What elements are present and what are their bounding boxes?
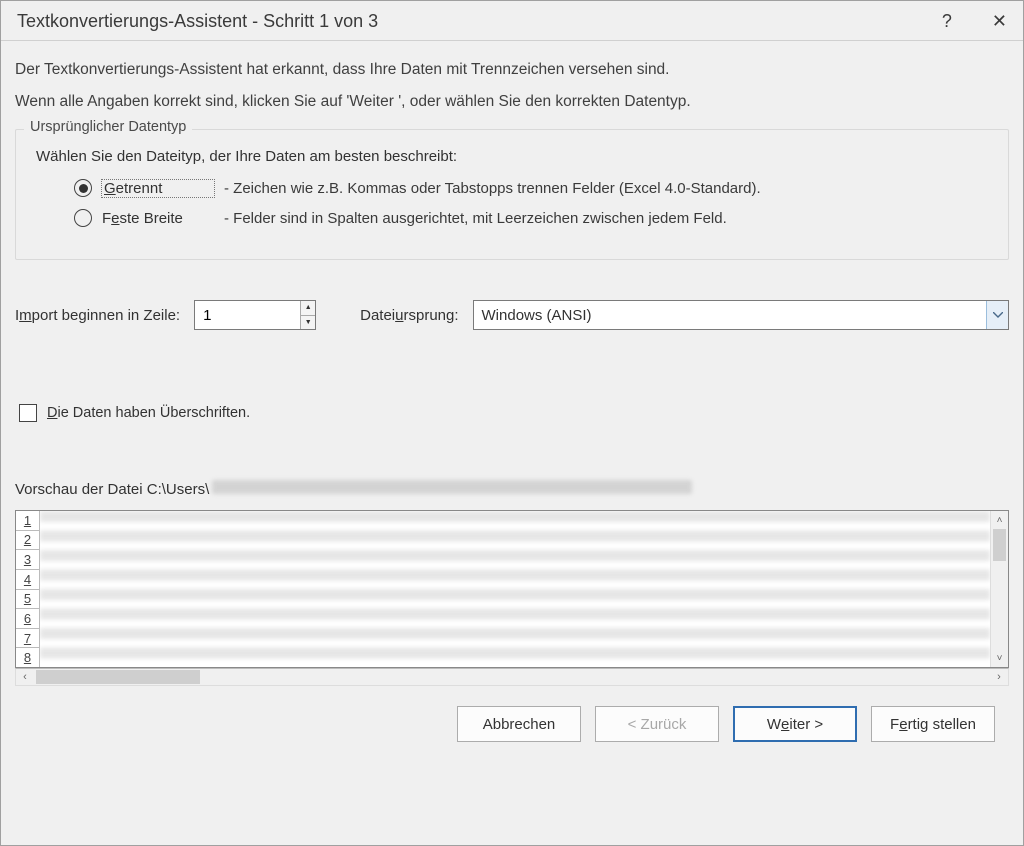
- start-row-input[interactable]: [195, 301, 300, 329]
- intro-text-2: Wenn alle Angaben korrekt sind, klicken …: [15, 93, 1009, 111]
- radio-delimited-label: Getrennt: [102, 180, 214, 197]
- radio-fixed[interactable]: [74, 209, 92, 227]
- scroll-thumb[interactable]: [36, 670, 200, 684]
- preview-row-number: 5: [16, 590, 39, 610]
- original-data-type-group: Ursprünglicher Datentyp Wählen Sie den D…: [15, 129, 1009, 260]
- finish-button[interactable]: Fertig stellen: [871, 706, 995, 742]
- start-row-spinner[interactable]: ▲ ▼: [194, 300, 316, 330]
- preview-row-number: 6: [16, 609, 39, 629]
- dialog-footer: Abbrechen < Zurück Weiter > Fertig stell…: [15, 686, 1009, 762]
- row-import-origin: Import beginnen in Zeile: ▲ ▼ Dateiurspr…: [15, 300, 1009, 330]
- preview-content-redacted: [40, 511, 990, 667]
- radio-delimited[interactable]: [74, 179, 92, 197]
- preview-horizontal-scrollbar[interactable]: ‹ ›: [15, 668, 1009, 686]
- file-origin-value: Windows (ANSI): [482, 307, 592, 324]
- group-legend: Ursprünglicher Datentyp: [24, 119, 192, 135]
- file-origin-label: Dateiursprung:: [360, 307, 458, 324]
- group-desc: Wählen Sie den Dateityp, der Ihre Daten …: [36, 148, 988, 165]
- close-icon[interactable]: ✕: [992, 11, 1007, 32]
- scroll-right-icon[interactable]: ›: [990, 671, 1008, 683]
- radio-delimited-row[interactable]: Getrennt - Zeichen wie z.B. Kommas oder …: [74, 179, 988, 197]
- cancel-button[interactable]: Abbrechen: [457, 706, 581, 742]
- radio-delimited-desc: - Zeichen wie z.B. Kommas oder Tabstopps…: [224, 180, 761, 197]
- headers-checkbox[interactable]: [19, 404, 37, 422]
- scroll-down-icon[interactable]: ˅: [991, 649, 1008, 667]
- titlebar: Textkonvertierungs-Assistent - Schritt 1…: [1, 1, 1023, 41]
- dialog-body: Der Textkonvertierungs-Assistent hat erk…: [1, 41, 1023, 845]
- spinner-up-icon[interactable]: ▲: [301, 301, 315, 316]
- radio-fixed-label: Feste Breite: [102, 210, 214, 227]
- back-button[interactable]: < Zurück: [595, 706, 719, 742]
- text-import-wizard-dialog: Textkonvertierungs-Assistent - Schritt 1…: [0, 0, 1024, 846]
- spinner-down-icon[interactable]: ▼: [301, 316, 315, 330]
- dialog-title: Textkonvertierungs-Assistent - Schritt 1…: [17, 11, 378, 32]
- titlebar-controls: ? ✕: [942, 11, 1007, 32]
- preview-box: 1 2 3 4 5 6 7 8 ˄ ˅: [15, 510, 1009, 668]
- intro-text-1: Der Textkonvertierungs-Assistent hat erk…: [15, 61, 1009, 79]
- preview-path-redacted: [212, 480, 692, 494]
- scroll-left-icon[interactable]: ‹: [16, 671, 34, 683]
- preview-row-number: 8: [16, 648, 39, 667]
- help-icon[interactable]: ?: [942, 11, 952, 32]
- preview-area: 1 2 3 4 5 6 7 8 ˄ ˅: [15, 510, 1009, 686]
- next-button[interactable]: Weiter >: [733, 706, 857, 742]
- headers-checkbox-label: Die Daten haben Überschriften.: [47, 405, 250, 421]
- preview-label: Vorschau der Datei C:\Users\: [15, 480, 1009, 498]
- preview-row-number: 2: [16, 531, 39, 551]
- preview-gutter: 1 2 3 4 5 6 7 8: [16, 511, 40, 667]
- radio-fixed-row[interactable]: Feste Breite - Felder sind in Spalten au…: [74, 209, 988, 227]
- headers-checkbox-row[interactable]: Die Daten haben Überschriften.: [15, 404, 1009, 422]
- preview-vertical-scrollbar[interactable]: ˄ ˅: [990, 511, 1008, 667]
- file-origin-combo[interactable]: Windows (ANSI): [473, 300, 1009, 330]
- preview-row-number: 1: [16, 511, 39, 531]
- chevron-down-icon[interactable]: [986, 301, 1008, 329]
- preview-row-number: 3: [16, 550, 39, 570]
- preview-row-number: 7: [16, 629, 39, 649]
- scroll-up-icon[interactable]: ˄: [991, 511, 1008, 529]
- radio-fixed-desc: - Felder sind in Spalten ausgerichtet, m…: [224, 210, 727, 227]
- start-row-label: Import beginnen in Zeile:: [15, 307, 180, 324]
- scroll-thumb[interactable]: [993, 529, 1006, 561]
- spinner-buttons: ▲ ▼: [300, 301, 315, 329]
- preview-row-number: 4: [16, 570, 39, 590]
